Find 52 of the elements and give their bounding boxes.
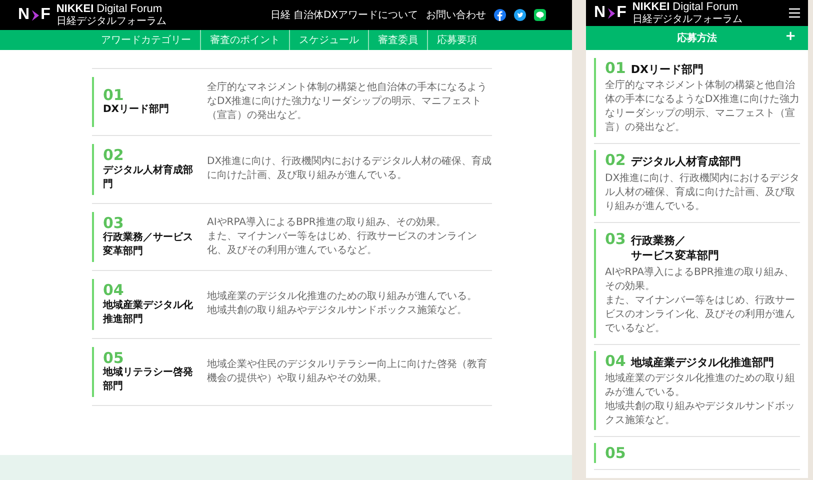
category-title: 地域リテラシー啓発部門 — [103, 366, 194, 394]
header-link[interactable]: お問い合わせ — [426, 8, 486, 22]
logo-name: NIKKEI Digital Forum — [56, 3, 164, 16]
category-description: AIやRPA導入によるBPR推進の取り組み、その効果。 — [207, 216, 447, 230]
category-title: DXリード部門 — [630, 62, 704, 78]
nav-tab[interactable]: アワードカテゴリー — [92, 30, 201, 50]
section-title: 応募方法 — [677, 31, 717, 45]
category-description: 地域共創の取り組みやデジタルサンドボックス施策など。 — [605, 400, 796, 428]
category-description: DX推進に向け、行政機関内におけるデジタル人材の確保、育成に向けた計画、及び取り組みが進んでいる。 — [605, 172, 800, 214]
category-number: 04 — [605, 352, 626, 370]
category-description: また、マイナンバー等をはじめ、行政サービスのオンライン化、及びその利用が進んでいるなど。 — [605, 294, 796, 336]
nav-tab[interactable]: 審査のポイント — [201, 30, 290, 50]
category-description: 地域企業や住民のデジタルリテラシー向上に向けた啓発（教育機会の提供や）や取り組みやその効果。 — [207, 358, 488, 386]
nav-tab[interactable]: 審査委員 — [369, 30, 428, 50]
logo-subtitle: 日経デジタルフォーラム — [56, 16, 166, 27]
category-number: 03 — [103, 214, 125, 231]
category-description: AIやRPA導入によるBPR推進の取り組み、その効果。 — [605, 266, 795, 294]
category-number: 02 — [103, 147, 125, 164]
category-number: 01 — [605, 60, 626, 76]
category-description: 地域産業のデジタル化推進のための取り組みが進んでいる。 — [207, 290, 478, 304]
category-number: 03 — [605, 230, 626, 248]
category-description: DX推進に向け、行政機関内におけるデジタル人材の確保、育成に向けた計画、及び取り組みが進んでいる。 — [207, 155, 492, 184]
category-title: サービス変革部門 — [630, 248, 719, 264]
category-title: 地域産業デジタル化推進部門 — [630, 354, 774, 370]
category-number: 05 — [103, 350, 125, 366]
bird-icon[interactable] — [514, 9, 526, 21]
header-link[interactable]: 日経 自治体DXアワードについて — [270, 8, 418, 22]
speech-bubble-icon[interactable] — [534, 9, 546, 21]
logo-subtitle: 日経デジタルフォーラム — [632, 14, 742, 25]
category-number: 01 — [103, 86, 125, 104]
menu-icon[interactable] — [789, 8, 800, 18]
category-description: また、マイナンバー等をはじめ、行政サービスのオンライン化、及びその利用が進んでいるなど。 — [207, 230, 478, 258]
category-number: 05 — [605, 444, 626, 462]
category-title: 行政業務／ — [630, 232, 686, 248]
category-number: 02 — [605, 152, 626, 169]
category-title: デジタル人材育成部門 — [630, 154, 741, 170]
category-number: 04 — [103, 282, 125, 298]
category-description: 地域共創の取り組みやデジタルサンドボックス施策など。 — [207, 304, 468, 318]
expand-button[interactable]: + — [785, 30, 796, 43]
category-title: 地域産業デジタル化推進部門 — [103, 298, 194, 326]
circle-f-icon[interactable] — [494, 9, 506, 21]
category-description: 全庁的なマネジメント体制の構築と他自治体の手本になるようなDX推進に向けた強力なリーダシップの明示、マニフェスト（宣言）の発出など。 — [207, 81, 488, 123]
logo-mark: N F — [18, 6, 50, 24]
nav-tab[interactable]: 応募要項 — [428, 30, 486, 50]
category-title: デジタル人材育成部門 — [103, 164, 194, 192]
logo-mark: N F — [594, 4, 626, 22]
category-title: DXリード部門 — [103, 103, 170, 118]
nav-tab[interactable]: スケジュール — [290, 30, 369, 50]
category-description: 地域産業のデジタル化推進のための取り組みが進んでいる。 — [605, 372, 796, 400]
category-title: 行政業務／サービス変革部門 — [103, 231, 194, 259]
logo-name: NIKKEI Digital Forum — [632, 1, 740, 14]
category-description: 全庁的なマネジメント体制の構築と他自治体の手本になるようなDX推進に向けた強力なリーダシップの明示、マニフェスト（宣言）の発出など。 — [605, 79, 800, 136]
